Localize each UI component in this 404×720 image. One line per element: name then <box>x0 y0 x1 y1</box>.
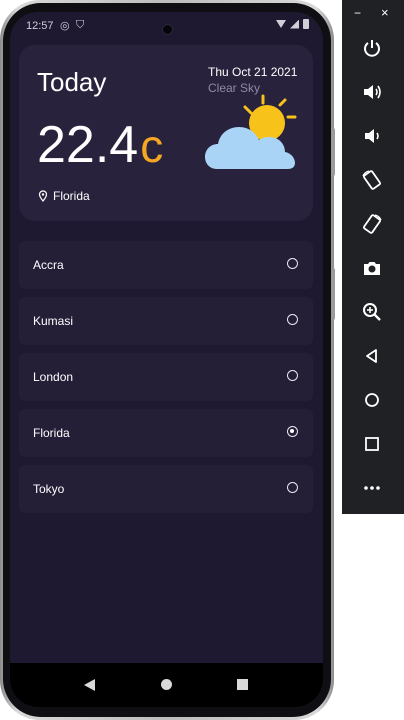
android-nav-bar <box>10 663 323 707</box>
volume-up-icon <box>364 85 381 99</box>
power-icon <box>364 40 380 57</box>
battery-icon <box>303 19 309 29</box>
home-button[interactable] <box>358 386 386 414</box>
city-radio-button[interactable] <box>287 370 298 381</box>
weather-date: Thu Oct 21 2021 <box>208 65 298 79</box>
rotate-right-icon <box>363 214 382 234</box>
back-button[interactable] <box>358 342 386 370</box>
more-button[interactable] <box>358 474 386 502</box>
camera-icon <box>364 262 380 275</box>
city-name: Tokyo <box>33 482 65 496</box>
city-row[interactable]: Accra <box>19 241 313 289</box>
signal-icon <box>290 19 299 29</box>
wifi-icon <box>276 20 286 28</box>
rotate-right-button[interactable] <box>358 210 386 238</box>
status-time: 12:57 <box>26 20 54 32</box>
power-button[interactable] <box>358 34 386 62</box>
city-radio-button[interactable] <box>287 314 298 325</box>
city-name: Accra <box>33 258 64 272</box>
today-heading: Today <box>37 67 107 97</box>
status-icons <box>276 19 309 29</box>
city-radio-button[interactable] <box>287 258 298 269</box>
location-name: Florida <box>53 189 90 203</box>
nav-recents-icon[interactable] <box>237 679 248 690</box>
more-icon <box>364 486 380 490</box>
location-pin-icon <box>38 190 48 202</box>
city-name: Kumasi <box>33 314 74 328</box>
city-name: London <box>33 370 74 384</box>
screenshot-button[interactable] <box>358 254 386 282</box>
current-location: Florida <box>37 189 90 203</box>
overview-icon <box>365 437 379 451</box>
volume-down-button[interactable] <box>358 122 386 150</box>
overview-button[interactable] <box>358 430 386 458</box>
city-name: Florida <box>33 426 70 440</box>
city-radio-button[interactable] <box>287 426 298 437</box>
city-list: Accra Kumasi London Florida Tokyo <box>19 241 313 521</box>
nav-back-icon[interactable] <box>84 679 95 691</box>
shield-icon: ⛉ <box>76 19 85 31</box>
notification-icon: ◎ <box>60 20 70 32</box>
city-row[interactable]: Kumasi <box>19 297 313 345</box>
volume-down-icon <box>365 129 379 143</box>
partly-cloudy-icon <box>205 94 297 169</box>
temperature-value: 22.4 <box>37 116 139 174</box>
temperature-display: 22.4 c <box>37 115 163 175</box>
status-bar: 12:57 ◎ ⛉ <box>10 12 323 40</box>
temperature-unit: c <box>140 120 164 172</box>
volume-up-button[interactable] <box>358 78 386 106</box>
front-camera <box>162 24 173 35</box>
city-row[interactable]: Tokyo <box>19 465 313 513</box>
back-icon <box>366 349 377 363</box>
city-radio-button[interactable] <box>287 482 298 493</box>
zoom-button[interactable] <box>358 298 386 326</box>
weather-card: Today Thu Oct 21 2021 Clear Sky 22.4 c F… <box>19 45 313 221</box>
city-row[interactable]: Florida <box>19 409 313 457</box>
minimize-button[interactable]: − <box>354 6 361 20</box>
city-row[interactable]: London <box>19 353 313 401</box>
emulator-toolbar: − × <box>342 0 404 514</box>
radio-selected-dot <box>290 429 294 433</box>
phone-side-button <box>331 268 335 320</box>
zoom-icon <box>363 303 381 321</box>
app-screen: 12:57 ◎ ⛉ Today Thu Oct 21 2021 Clear Sk… <box>10 12 323 707</box>
home-icon <box>365 393 379 407</box>
phone-side-button <box>331 128 335 176</box>
close-button[interactable]: × <box>381 5 389 20</box>
rotate-left-button[interactable] <box>358 166 386 194</box>
rotate-left-icon <box>362 170 381 190</box>
nav-home-icon[interactable] <box>161 679 172 690</box>
